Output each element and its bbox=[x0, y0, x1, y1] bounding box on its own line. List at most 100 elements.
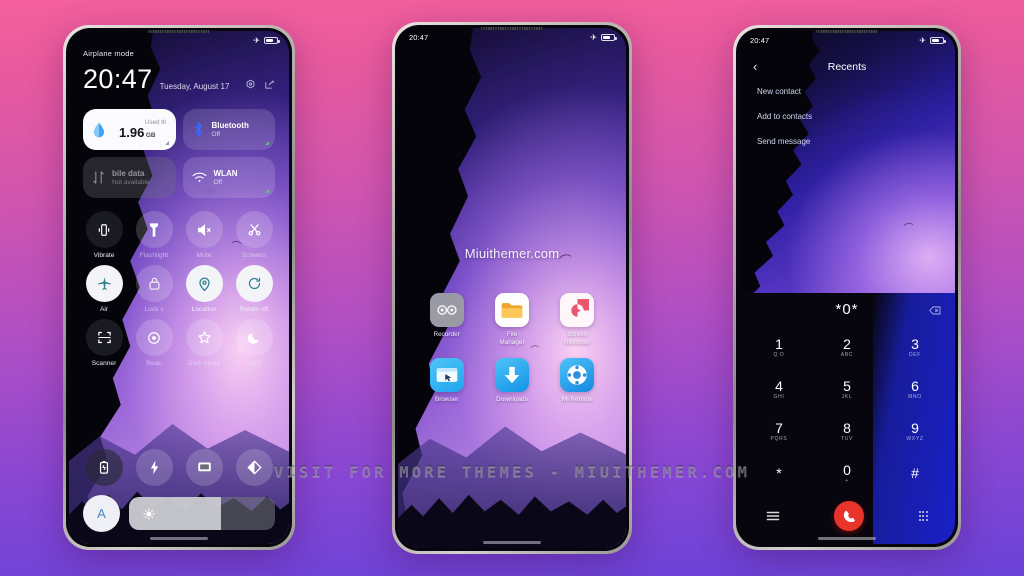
key-4[interactable]: 4 GHI bbox=[745, 368, 813, 410]
contrast-icon bbox=[246, 460, 262, 475]
toggle-label: Flashlight bbox=[139, 252, 169, 259]
tile-resize-handle[interactable] bbox=[265, 189, 269, 193]
app-label: Downloads bbox=[496, 396, 528, 404]
toggle-reading-mode[interactable]: Reac bbox=[129, 319, 179, 367]
tile-resize-handle[interactable] bbox=[164, 141, 169, 145]
key-hash[interactable]: # bbox=[881, 452, 949, 494]
reading-mode-icon bbox=[148, 331, 160, 344]
toggle-power-boost[interactable] bbox=[129, 449, 179, 486]
key-1[interactable]: 1Q D bbox=[745, 327, 813, 369]
phone1-screen: ︵ ︵ ✈ Airplane mode 20:47 Tuesday, Augus… bbox=[69, 31, 289, 544]
key-number: 0 bbox=[843, 461, 851, 478]
folder-icon bbox=[494, 293, 529, 328]
key-number: # bbox=[911, 464, 919, 481]
brightness-slider[interactable] bbox=[129, 497, 275, 530]
lightning-icon bbox=[150, 460, 158, 475]
toggle-label: Screens bbox=[241, 252, 267, 259]
dialer-footer bbox=[739, 496, 955, 536]
data-usage-tile[interactable]: Used th 1.96 GB bbox=[83, 109, 176, 150]
toggle-cast[interactable] bbox=[179, 449, 229, 486]
toggle-lockscreen[interactable]: Lock s bbox=[129, 265, 179, 313]
action-add-to-contacts[interactable]: Add to contacts bbox=[757, 112, 812, 121]
key-0[interactable]: 0 + bbox=[813, 452, 881, 494]
bluetooth-tile[interactable]: Bluetooth Off bbox=[182, 109, 275, 150]
edit-icon[interactable] bbox=[264, 79, 275, 90]
vibrate-icon bbox=[98, 223, 110, 236]
mobile-data-status: Not available bbox=[112, 179, 150, 186]
battery-icon bbox=[264, 36, 280, 44]
key-letters: PQRS bbox=[770, 435, 788, 442]
key-9[interactable]: 9 WXYZ bbox=[881, 410, 949, 452]
settings-icon[interactable] bbox=[245, 79, 256, 90]
clock: 20:47 bbox=[83, 64, 153, 94]
key-letters: + bbox=[845, 477, 849, 484]
wlan-tile[interactable]: WLAN Off bbox=[182, 157, 275, 198]
home-indicator[interactable] bbox=[150, 537, 208, 540]
airplane-mode-label: Airplane mode bbox=[83, 49, 134, 58]
key-7[interactable]: 7 PQRS bbox=[745, 410, 813, 452]
menu-icon[interactable] bbox=[766, 510, 780, 522]
airplane-icon: ✈ bbox=[919, 35, 926, 45]
key-letters: DEF bbox=[908, 352, 922, 359]
toggle-battery-saver[interactable] bbox=[79, 449, 129, 486]
toggle-location[interactable]: Location bbox=[179, 265, 229, 313]
key-letters: GHI bbox=[773, 393, 785, 400]
app-file-manager[interactable]: File Manager bbox=[479, 293, 544, 347]
call-button[interactable] bbox=[834, 501, 865, 531]
key-2[interactable]: 2 ABC bbox=[813, 327, 881, 369]
key-letters: TUV bbox=[840, 435, 854, 442]
phone3-screen: ︵ 20:47 ✈ ‹ Recents New contact Add to c… bbox=[739, 31, 955, 544]
bird-silhouette: ︵ bbox=[902, 216, 914, 229]
scanner-icon bbox=[97, 331, 111, 344]
key-8[interactable]: 8 TUV bbox=[813, 410, 881, 452]
backspace-icon[interactable] bbox=[929, 306, 941, 315]
key-3[interactable]: 3 DEF bbox=[881, 327, 949, 369]
mute-icon bbox=[197, 223, 211, 236]
earpiece-speaker bbox=[481, 27, 543, 30]
home-indicator[interactable] bbox=[818, 537, 876, 540]
app-screen-recorder[interactable]: Screen Recorder bbox=[545, 293, 610, 347]
toggle-contrast[interactable] bbox=[229, 449, 279, 486]
key-star[interactable]: * bbox=[745, 452, 813, 494]
rotate-icon bbox=[248, 277, 260, 290]
toggle-label: Reac bbox=[146, 360, 162, 367]
date-label: Tuesday, August 17 bbox=[159, 81, 230, 91]
data-value: 1.96 bbox=[119, 125, 145, 141]
action-new-contact[interactable]: New contact bbox=[757, 87, 812, 96]
brightness-row: A bbox=[83, 495, 275, 532]
app-browser[interactable]: Browser bbox=[414, 358, 479, 404]
app-downloads[interactable]: Downloads bbox=[479, 358, 544, 404]
chevron-left-icon[interactable]: ‹ bbox=[753, 59, 769, 74]
app-mi-remote[interactable]: Mi Remote bbox=[545, 358, 610, 404]
toggle-label: Mute bbox=[196, 252, 212, 259]
toggle-scanner[interactable]: Scanner bbox=[79, 319, 129, 367]
key-5[interactable]: 5 JKL bbox=[813, 368, 881, 410]
dialpad-icon[interactable] bbox=[918, 511, 928, 521]
toggle-mute[interactable]: Mute bbox=[179, 211, 229, 259]
bluetooth-title: Bluetooth bbox=[211, 121, 249, 130]
location-pin-icon bbox=[198, 277, 210, 291]
key-number: 7 bbox=[775, 419, 783, 436]
earpiece-speaker bbox=[148, 30, 210, 33]
key-number: 5 bbox=[843, 377, 851, 394]
toggle-dark-mode[interactable]: Dark mode bbox=[179, 319, 229, 367]
auto-brightness-button[interactable]: A bbox=[83, 495, 120, 532]
app-label: Mi Remote bbox=[561, 396, 593, 404]
tile-resize-handle[interactable] bbox=[265, 141, 269, 145]
toggle-rotate[interactable]: Rotate off bbox=[229, 265, 279, 313]
toggle-label: Lock s bbox=[144, 306, 164, 313]
toggle-vibrate[interactable]: Vibrate bbox=[79, 211, 129, 259]
toggle-screenshot[interactable]: Screens bbox=[229, 211, 279, 259]
toggle-flashlight[interactable]: Flashlight bbox=[129, 211, 179, 259]
action-send-message[interactable]: Send message bbox=[757, 137, 812, 146]
app-label: Screen Recorder bbox=[564, 331, 591, 347]
key-6[interactable]: 6 MNO bbox=[881, 368, 949, 410]
toggle-airplane[interactable]: Air bbox=[79, 265, 129, 313]
wlan-status: Off bbox=[213, 179, 223, 186]
app-recorder[interactable]: Recorder bbox=[414, 293, 479, 347]
mobile-data-tile[interactable]: bile data Not available bbox=[83, 157, 176, 198]
key-number: 1 bbox=[775, 336, 783, 353]
page-title: Recents bbox=[827, 60, 867, 73]
home-indicator[interactable] bbox=[483, 541, 541, 544]
toggle-dnd[interactable]: DND bbox=[229, 319, 279, 367]
